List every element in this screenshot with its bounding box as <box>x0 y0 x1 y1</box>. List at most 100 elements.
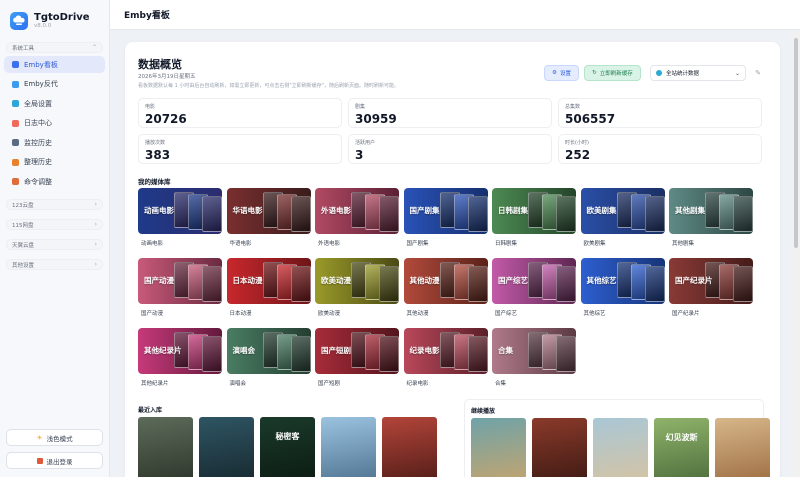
media-cover[interactable] <box>715 418 770 477</box>
poster-thumb <box>733 266 753 302</box>
library-card[interactable]: 外语电影 <box>315 188 399 234</box>
stat-card: 总集数 506557 <box>558 98 762 128</box>
poster-thumb <box>202 196 222 232</box>
media-cover[interactable]: 幻见波斯 <box>654 418 709 477</box>
library-card[interactable]: 其他动漫 <box>403 258 488 304</box>
sort-icon <box>12 158 19 166</box>
gear-icon: ⚙ <box>552 70 557 76</box>
media-cover[interactable] <box>138 417 193 477</box>
library-card[interactable]: 国产剧集 <box>403 188 488 234</box>
scrollbar[interactable] <box>792 30 800 477</box>
library-name[interactable]: 欧美剧集 <box>584 239 606 247</box>
library-card[interactable]: 演唱会 <box>226 328 311 374</box>
stat-card: 活跃用户 3 <box>348 134 552 164</box>
library-card[interactable]: 欧美剧集 <box>580 188 665 234</box>
refresh-cache-button[interactable]: ↻ 立即刷新缓存 <box>584 65 641 81</box>
library-name[interactable]: 其他综艺 <box>584 309 606 317</box>
library-name[interactable]: 国产综艺 <box>495 309 517 317</box>
log-icon <box>12 119 19 127</box>
sidebar-group-0[interactable]: 123云盘 › <box>6 199 103 210</box>
library-name[interactable]: 纪录电影 <box>407 379 429 387</box>
library-cover-text: 合集 <box>498 346 513 355</box>
library-name[interactable]: 外语电影 <box>318 239 340 247</box>
command-icon <box>12 178 19 185</box>
group-label: 115网盘 <box>12 222 34 229</box>
library-card[interactable]: 其他纪录片 <box>138 328 222 374</box>
sidebar-item-label: 监控历史 <box>24 138 52 147</box>
library-card[interactable]: 国产纪录片 <box>669 258 753 304</box>
sidebar-item-0[interactable]: Emby看板 <box>4 56 105 73</box>
theme-toggle-button[interactable]: ☀ 浅色模式 <box>6 429 103 446</box>
chevron-right-icon: › <box>94 201 97 208</box>
library-name[interactable]: 日韩剧集 <box>495 239 517 247</box>
sidebar-item-3[interactable]: 日志中心 <box>4 115 105 132</box>
sidebar-group-3[interactable]: 其他设置 › <box>6 259 103 270</box>
sidebar-group-system[interactable]: 系统工具 ⌃ <box>6 42 103 53</box>
sidebar-group-2[interactable]: 天翼云盘 › <box>6 239 103 250</box>
library-card[interactable]: 合集 <box>492 328 576 374</box>
library-name[interactable]: 国产剧集 <box>407 239 429 247</box>
brand: TgtoDrive v8.0.0 <box>0 0 109 40</box>
library-cover-text: 国产动漫 <box>144 276 174 285</box>
sidebar-item-5[interactable]: 整理历史 <box>4 154 105 171</box>
library-name[interactable]: 合集 <box>495 379 506 387</box>
library-card[interactable]: 日韩剧集 <box>492 188 576 234</box>
library-card[interactable]: 国产短剧 <box>315 328 399 374</box>
poster-thumb <box>556 266 576 302</box>
library-card[interactable]: 其他综艺 <box>580 258 665 304</box>
library-name[interactable]: 国产短剧 <box>318 379 340 387</box>
media-cover[interactable]: 秘密客 <box>260 417 315 477</box>
poster-thumb <box>379 266 399 302</box>
group-label: 系统工具 <box>12 45 35 52</box>
media-cover[interactable] <box>199 417 254 477</box>
library-name[interactable]: 演唱会 <box>230 379 247 387</box>
library-card[interactable]: 纪录电影 <box>403 328 488 374</box>
library-name[interactable]: 动画电影 <box>141 239 163 247</box>
library-card[interactable]: 华语电影 <box>226 188 311 234</box>
sidebar-group-1[interactable]: 115网盘 › <box>6 219 103 230</box>
library-name[interactable]: 其他剧集 <box>672 239 694 247</box>
monitor-icon <box>12 139 19 146</box>
media-cover[interactable] <box>471 418 526 477</box>
poster-thumb <box>733 196 753 232</box>
media-cover[interactable] <box>532 418 587 477</box>
app-name: TgtoDrive <box>34 12 90 23</box>
sidebar-item-label: 全局设置 <box>24 99 52 108</box>
library-name[interactable]: 其他动漫 <box>407 309 429 317</box>
media-cover[interactable] <box>593 418 648 477</box>
sidebar-item-6[interactable]: 命令调整 <box>4 173 105 190</box>
settings-button[interactable]: ⚙ 设置 <box>544 65 579 81</box>
scrollbar-thumb[interactable] <box>794 38 798 248</box>
page-title: Emby看板 <box>124 11 170 21</box>
sidebar-item-4[interactable]: 监控历史 <box>4 134 105 151</box>
library-name[interactable]: 其他纪录片 <box>141 379 169 387</box>
library-cover-text: 其他动漫 <box>409 276 440 285</box>
media-cover[interactable] <box>382 417 437 477</box>
logout-icon <box>36 457 43 464</box>
refresh-icon: ↻ <box>592 70 597 76</box>
overview-title: 数据概览 <box>138 58 182 71</box>
stat-label: 活跃用户 <box>355 140 376 146</box>
library-name[interactable]: 华语电影 <box>230 239 252 247</box>
sidebar-item-2[interactable]: 全局设置 <box>4 95 105 112</box>
logout-button[interactable]: 退出登录 <box>6 452 103 469</box>
library-card[interactable]: 日本动漫 <box>226 258 311 304</box>
library-card[interactable]: 其他剧集 <box>669 188 753 234</box>
library-name[interactable]: 日本动漫 <box>230 309 252 317</box>
sidebar-item-label: 日志中心 <box>24 119 52 127</box>
scope-select[interactable]: 全站统计数据 ⌄ <box>650 65 746 81</box>
library-card[interactable]: 动画电影 <box>138 188 222 234</box>
library-card[interactable]: 国产综艺 <box>492 258 576 304</box>
library-cover-text: 国产纪录片 <box>675 276 713 285</box>
library-name[interactable]: 国产纪录片 <box>672 309 700 317</box>
library-card[interactable]: 欧美动漫 <box>315 258 399 304</box>
chevron-down-icon: ⌄ <box>734 69 740 77</box>
edit-icon[interactable]: ✎ <box>752 66 764 80</box>
library-name[interactable]: 国产动漫 <box>141 309 163 317</box>
media-cover[interactable] <box>321 417 376 477</box>
poster-thumb <box>467 196 488 232</box>
library-name[interactable]: 欧美动漫 <box>318 309 340 317</box>
overview-note: 看板数据默认每 1 小时由后台自动刷新，如需立即更新，可点击右侧"立即刷新缓存"… <box>138 83 399 89</box>
sidebar-item-1[interactable]: Emby反代 <box>4 76 105 93</box>
library-card[interactable]: 国产动漫 <box>138 258 222 304</box>
